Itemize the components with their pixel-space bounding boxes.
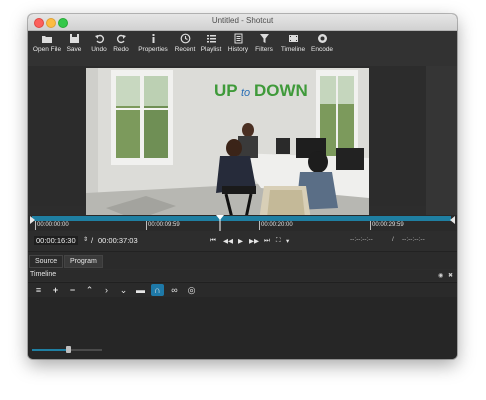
main-toolbar: Open File Save Undo Redo Properties Rece… bbox=[28, 31, 457, 66]
video-frame[interactable]: UP to DOWN bbox=[86, 68, 369, 227]
float-panel-icon[interactable]: ◉ bbox=[438, 272, 443, 279]
tab-source[interactable]: Source bbox=[29, 255, 64, 268]
viewer-tabs: Source Program bbox=[28, 251, 457, 269]
ruler-tick bbox=[259, 221, 260, 230]
remove-icon[interactable]: − bbox=[66, 284, 79, 296]
rewind-icon[interactable]: ◀◀ bbox=[223, 237, 233, 245]
folder-icon bbox=[42, 36, 52, 43]
in-out-separator: / bbox=[392, 236, 394, 243]
encode-label: Encode bbox=[311, 46, 334, 53]
sign-text-down: DOWN bbox=[254, 81, 308, 100]
redo-button[interactable]: Redo bbox=[113, 33, 129, 53]
skip-to-end-icon[interactable]: ⏭ bbox=[264, 237, 270, 245]
playlist-button[interactable]: Playlist bbox=[200, 33, 222, 53]
timeline-tracks-area[interactable] bbox=[28, 297, 457, 359]
video-frame-image: UP to DOWN bbox=[86, 68, 369, 227]
title-bar: Untitled - Shotcut bbox=[28, 14, 457, 31]
video-viewer: UP to DOWN bbox=[28, 66, 457, 227]
zoom-slider-fill bbox=[32, 349, 70, 351]
history-icon bbox=[234, 33, 242, 44]
filters-label: Filters bbox=[255, 46, 273, 53]
split-icon[interactable]: ⌄ bbox=[117, 284, 130, 296]
ruler-label: 00:00:29:59 bbox=[372, 222, 404, 228]
menu-icon[interactable]: ≡ bbox=[32, 284, 45, 296]
playlist-label: Playlist bbox=[200, 46, 222, 53]
playhead-icon[interactable] bbox=[215, 215, 225, 231]
transport-bar: 00:00:16:30 ⇕ / 00:00:37:03 ⏮ ◀◀ ▶ ▶▶ ⏭ … bbox=[28, 233, 457, 251]
insert-icon[interactable]: ▬ bbox=[134, 284, 147, 296]
ruler-label: 00:00:09:59 bbox=[148, 222, 180, 228]
redo-label: Redo bbox=[113, 46, 129, 53]
play-icon[interactable]: ▶ bbox=[238, 237, 243, 245]
save-label: Save bbox=[66, 46, 82, 53]
undo-button[interactable]: Undo bbox=[91, 33, 107, 53]
undo-label: Undo bbox=[91, 46, 107, 53]
funnel-icon bbox=[259, 34, 269, 43]
window-title: Untitled - Shotcut bbox=[211, 16, 274, 25]
timeline-panel-header: Timeline ◉ ✖ bbox=[28, 270, 457, 281]
out-marker-icon[interactable] bbox=[449, 215, 457, 225]
lift-icon[interactable]: ⌃ bbox=[83, 284, 96, 296]
ruler-tick bbox=[35, 221, 36, 230]
overwrite-icon[interactable]: › bbox=[100, 284, 113, 296]
ripple-link-icon[interactable]: ∞ bbox=[168, 284, 181, 296]
history-label: History bbox=[227, 46, 249, 53]
viewer-side-panel: ◄x ▥ bbox=[426, 66, 457, 226]
sign-text-up: UP bbox=[214, 81, 238, 100]
scrubber-ruler[interactable]: 00:00:00:00 00:00:09:59 00:00:20:00 00:0… bbox=[28, 215, 457, 231]
time-separator: / bbox=[91, 236, 94, 245]
film-icon bbox=[288, 35, 298, 42]
timeline-button[interactable]: Timeline bbox=[280, 33, 306, 53]
snap-magnet-icon[interactable]: ∩ bbox=[151, 284, 164, 296]
timeline-label: Timeline bbox=[280, 46, 306, 53]
undo-icon bbox=[94, 34, 104, 44]
time-spinner-icon[interactable]: ⇕ bbox=[83, 236, 88, 243]
record-icon bbox=[317, 34, 327, 43]
append-icon[interactable]: + bbox=[49, 284, 62, 296]
info-icon bbox=[152, 34, 154, 43]
recent-button[interactable]: Recent bbox=[174, 33, 196, 53]
fast-forward-icon[interactable]: ▶▶ bbox=[249, 237, 259, 245]
ruler-tick bbox=[146, 221, 147, 230]
ripple-all-icon[interactable]: ◎ bbox=[185, 284, 198, 296]
current-time-field[interactable]: 00:00:16:30 bbox=[34, 236, 78, 245]
history-button[interactable]: History bbox=[227, 33, 249, 53]
clock-icon bbox=[180, 33, 190, 44]
tab-program[interactable]: Program bbox=[64, 255, 103, 268]
ruler-tick bbox=[370, 221, 371, 230]
zoom-fit-icon[interactable]: ⛶ bbox=[276, 237, 281, 245]
properties-button[interactable]: Properties bbox=[136, 33, 170, 53]
filters-button[interactable]: Filters bbox=[254, 33, 274, 53]
app-window: Untitled - Shotcut Open File Save Undo R… bbox=[28, 14, 457, 359]
timeline-panel-title: Timeline bbox=[30, 271, 57, 278]
sign-text-to: to bbox=[241, 87, 250, 99]
timeline-toolbar: ≡ + − ⌃ › ⌄ ▬ ∩ ∞ ◎ bbox=[28, 282, 457, 298]
scrubber-band[interactable] bbox=[32, 216, 451, 221]
total-duration: 00:00:37:03 bbox=[98, 236, 138, 245]
redo-icon bbox=[116, 34, 126, 44]
open-file-button[interactable]: Open File bbox=[32, 33, 62, 53]
list-icon bbox=[206, 35, 216, 43]
save-button[interactable]: Save bbox=[66, 33, 82, 53]
recent-label: Recent bbox=[174, 46, 196, 53]
skip-to-start-icon[interactable]: ⏮ bbox=[210, 237, 216, 245]
in-point-field: --:--:--:-- bbox=[350, 236, 373, 243]
open-file-label: Open File bbox=[32, 46, 62, 53]
zoom-slider-track[interactable] bbox=[70, 349, 102, 351]
chevron-down-icon[interactable]: ▾ bbox=[286, 237, 289, 245]
ruler-label: 00:00:00:00 bbox=[37, 222, 69, 228]
ruler-label: 00:00:20:00 bbox=[261, 222, 293, 228]
encode-button[interactable]: Encode bbox=[311, 33, 333, 53]
save-icon bbox=[69, 34, 79, 43]
properties-label: Properties bbox=[138, 46, 168, 53]
out-point-field: --:--:--:-- bbox=[402, 236, 425, 243]
close-panel-icon[interactable]: ✖ bbox=[448, 272, 453, 279]
zoom-slider-handle[interactable] bbox=[66, 346, 71, 353]
